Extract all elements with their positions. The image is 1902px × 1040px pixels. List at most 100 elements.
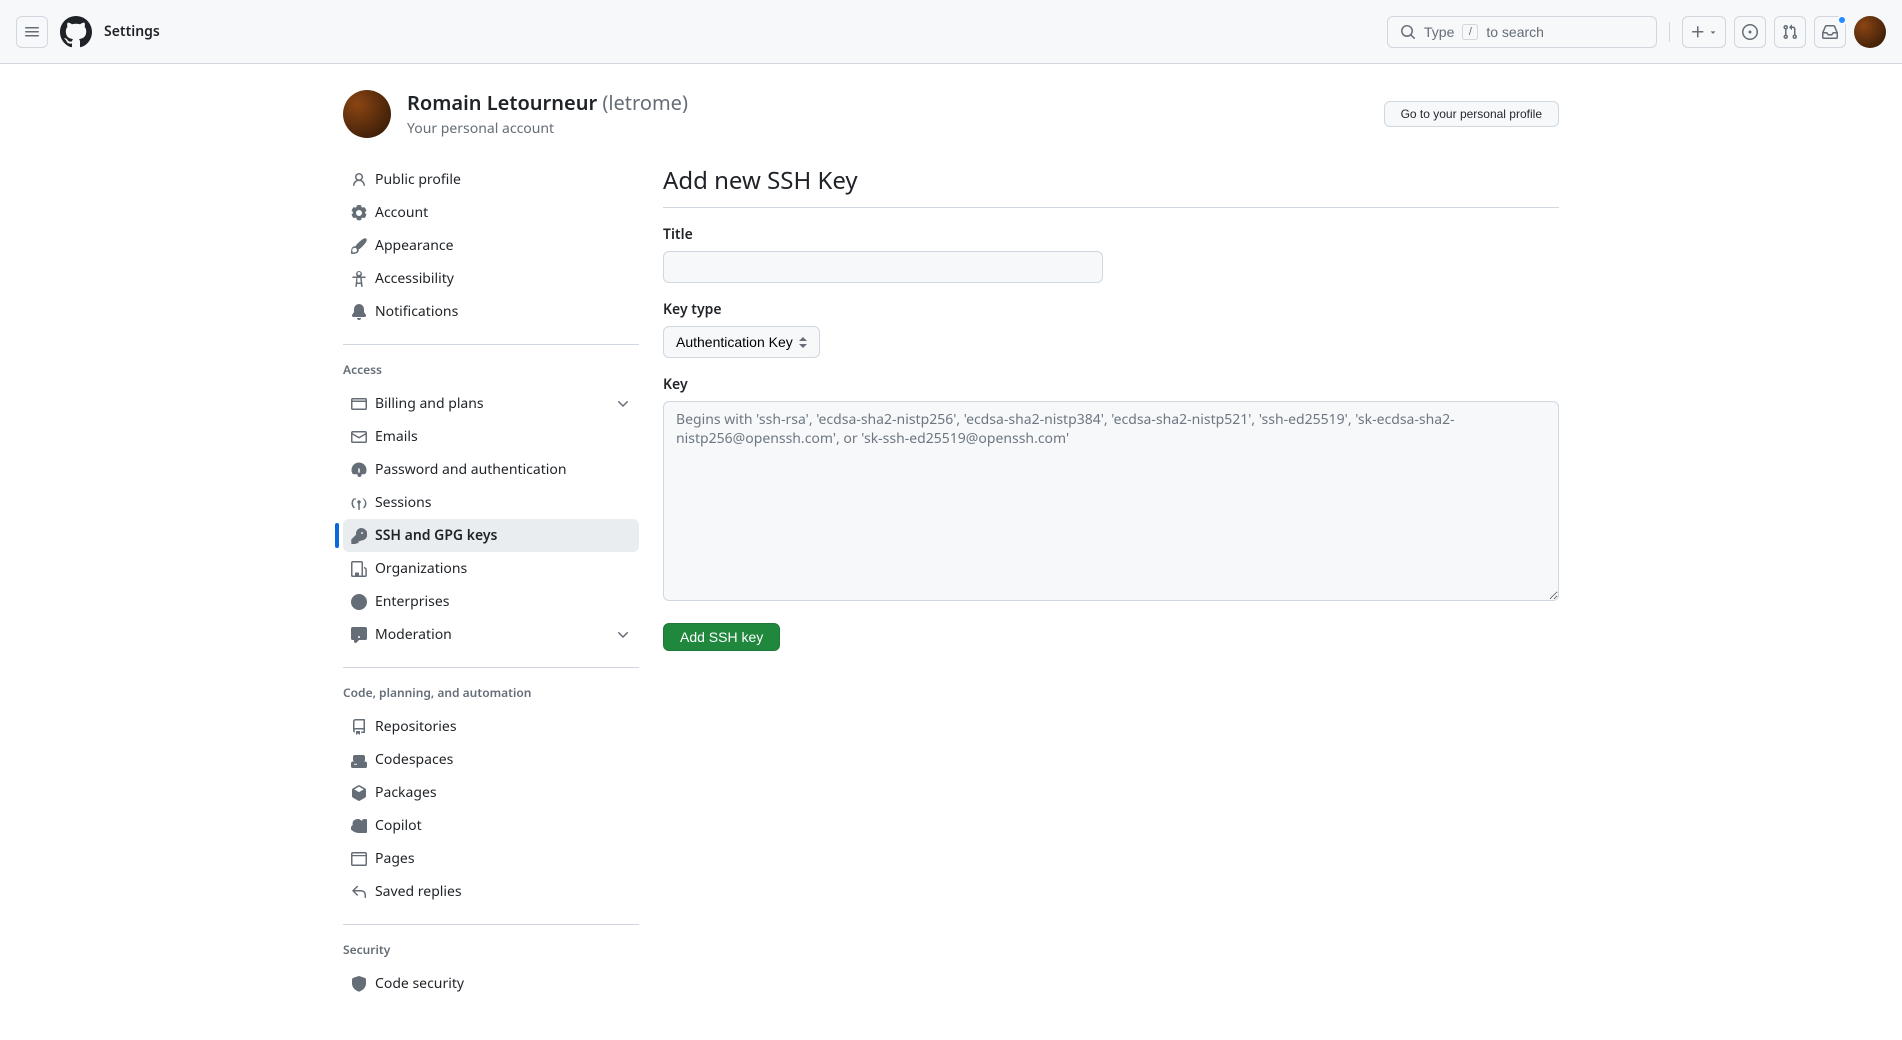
sidebar-item-code-security[interactable]: Code security bbox=[343, 967, 639, 1000]
sidebar-divider bbox=[343, 667, 639, 668]
issues-button[interactable] bbox=[1734, 16, 1766, 48]
sidebar-item-public-profile[interactable]: Public profile bbox=[343, 163, 639, 196]
add-ssh-key-button[interactable]: Add SSH key bbox=[663, 623, 780, 651]
package-icon bbox=[351, 785, 367, 801]
key-form-group: Key bbox=[663, 374, 1559, 607]
reply-icon bbox=[351, 884, 367, 900]
global-header: Settings Type / to search bbox=[0, 0, 1902, 64]
settings-layout: Public profile Account Appearance Accessibi… bbox=[343, 163, 1559, 1016]
paintbrush-icon bbox=[351, 238, 367, 254]
github-logo-link[interactable] bbox=[60, 16, 92, 48]
plus-icon bbox=[1690, 24, 1706, 40]
sidebar-item-enterprises[interactable]: Enterprises bbox=[343, 585, 639, 618]
sidebar-item-copilot[interactable]: Copilot bbox=[343, 809, 639, 842]
sidebar-item-appearance[interactable]: Appearance bbox=[343, 229, 639, 262]
sidebar-item-codespaces[interactable]: Codespaces bbox=[343, 743, 639, 776]
sidebar-item-label: Billing and plans bbox=[375, 393, 484, 414]
search-icon bbox=[1400, 24, 1416, 40]
sidebar-heading-access: Access bbox=[343, 353, 639, 387]
profile-subtitle: Your personal account bbox=[407, 118, 688, 139]
person-icon bbox=[351, 172, 367, 188]
profile-text: Romain Letourneur (letrome) Your persona… bbox=[407, 88, 688, 139]
profile-header-left: Romain Letourneur (letrome) Your persona… bbox=[343, 88, 688, 139]
header-context-title: Settings bbox=[104, 21, 160, 42]
go-to-profile-button[interactable]: Go to your personal profile bbox=[1384, 101, 1559, 127]
shield-lock-icon bbox=[351, 462, 367, 478]
sidebar-item-label: Copilot bbox=[375, 815, 422, 836]
title-form-group: Title bbox=[663, 224, 1559, 283]
sidebar-item-label: Code security bbox=[375, 973, 464, 994]
profile-header: Romain Letourneur (letrome) Your persona… bbox=[343, 88, 1559, 139]
sidebar-item-notifications[interactable]: Notifications bbox=[343, 295, 639, 328]
sidebar-item-label: Organizations bbox=[375, 558, 467, 579]
credit-card-icon bbox=[351, 396, 367, 412]
sidebar-item-account[interactable]: Account bbox=[343, 196, 639, 229]
nav-menu-button[interactable] bbox=[16, 16, 48, 48]
sidebar-item-label: SSH and GPG keys bbox=[375, 525, 497, 546]
notifications-button[interactable] bbox=[1814, 16, 1846, 48]
sidebar-item-saved-replies[interactable]: Saved replies bbox=[343, 875, 639, 908]
pull-requests-button[interactable] bbox=[1774, 16, 1806, 48]
sidebar-item-accessibility[interactable]: Accessibility bbox=[343, 262, 639, 295]
search-kbd: / bbox=[1462, 24, 1478, 40]
create-new-button[interactable] bbox=[1682, 16, 1726, 48]
bell-icon bbox=[351, 304, 367, 320]
notification-indicator bbox=[1837, 15, 1847, 25]
keytype-label: Key type bbox=[663, 299, 1559, 320]
shield-icon bbox=[351, 976, 367, 992]
sidebar-item-repositories[interactable]: Repositories bbox=[343, 710, 639, 743]
sidebar-item-label: Moderation bbox=[375, 624, 452, 645]
sidebar-item-label: Notifications bbox=[375, 301, 458, 322]
globe-icon bbox=[351, 594, 367, 610]
main-content: Add new SSH Key Title Key type Authentic… bbox=[663, 163, 1559, 1016]
sidebar-item-label: Repositories bbox=[375, 716, 457, 737]
sidebar-divider bbox=[343, 344, 639, 345]
codespaces-icon bbox=[351, 752, 367, 768]
browser-icon bbox=[351, 851, 367, 867]
profile-avatar[interactable] bbox=[343, 90, 391, 138]
github-logo-icon bbox=[60, 16, 92, 48]
sidebar-item-label: Emails bbox=[375, 426, 418, 447]
page-title: Add new SSH Key bbox=[663, 163, 1559, 208]
sidebar-item-sessions[interactable]: Sessions bbox=[343, 486, 639, 519]
inbox-icon bbox=[1822, 24, 1838, 40]
sidebar-heading-security: Security bbox=[343, 933, 639, 967]
profile-username: (letrome) bbox=[602, 89, 688, 116]
sidebar-item-pages[interactable]: Pages bbox=[343, 842, 639, 875]
key-label: Key bbox=[663, 374, 1559, 395]
sidebar-item-emails[interactable]: Emails bbox=[343, 420, 639, 453]
keytype-select[interactable]: Authentication Key bbox=[663, 326, 820, 358]
sidebar-item-password-and-authentication[interactable]: Password and authentication bbox=[343, 453, 639, 486]
settings-sidebar: Public profile Account Appearance Accessibi… bbox=[343, 163, 639, 1016]
key-icon bbox=[351, 528, 367, 544]
sidebar-item-label: Appearance bbox=[375, 235, 454, 256]
sidebar-item-ssh-and-gpg-keys[interactable]: SSH and GPG keys bbox=[343, 519, 639, 552]
sidebar-item-label: Public profile bbox=[375, 169, 461, 190]
sidebar-item-organizations[interactable]: Organizations bbox=[343, 552, 639, 585]
header-left: Settings bbox=[16, 16, 160, 48]
sidebar-item-moderation[interactable]: Moderation bbox=[343, 618, 639, 651]
accessibility-icon bbox=[351, 271, 367, 287]
sidebar-item-label: Saved replies bbox=[375, 881, 462, 902]
triangle-down-icon bbox=[1708, 27, 1718, 37]
chevron-down-icon bbox=[615, 627, 631, 643]
chevron-down-icon bbox=[615, 396, 631, 412]
global-search-button[interactable]: Type / to search bbox=[1387, 16, 1657, 48]
profile-fullname: Romain Letourneur bbox=[407, 89, 597, 116]
hamburger-icon bbox=[24, 24, 40, 40]
report-icon bbox=[351, 627, 367, 643]
sidebar-item-label: Packages bbox=[375, 782, 437, 803]
keytype-form-group: Key type Authentication Key bbox=[663, 299, 1559, 358]
sidebar-item-billing-and-plans[interactable]: Billing and plans bbox=[343, 387, 639, 420]
title-label: Title bbox=[663, 224, 1559, 245]
repo-icon bbox=[351, 719, 367, 735]
broadcast-icon bbox=[351, 495, 367, 511]
organization-icon bbox=[351, 561, 367, 577]
header-right: Type / to search bbox=[1387, 16, 1886, 48]
title-input[interactable] bbox=[663, 251, 1103, 283]
user-avatar-menu[interactable] bbox=[1854, 16, 1886, 48]
sidebar-item-label: Account bbox=[375, 202, 428, 223]
sidebar-item-packages[interactable]: Packages bbox=[343, 776, 639, 809]
key-textarea[interactable] bbox=[663, 401, 1559, 601]
sidebar-item-label: Codespaces bbox=[375, 749, 453, 770]
